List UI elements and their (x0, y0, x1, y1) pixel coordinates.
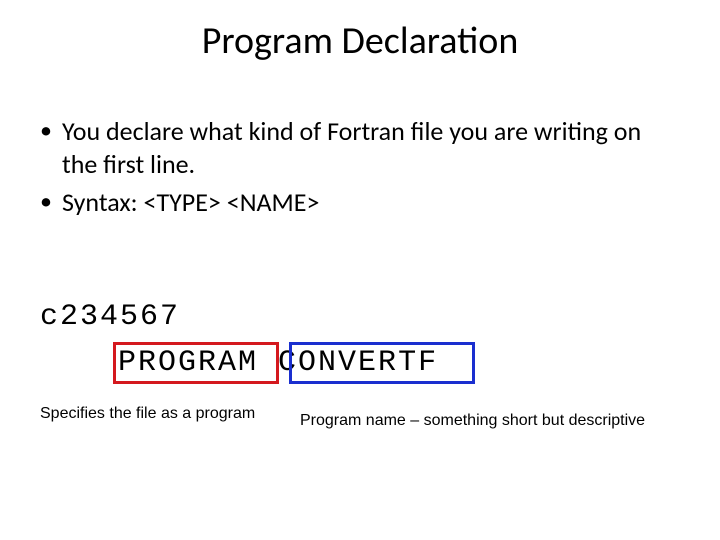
caption-left: Specifies the file as a program (40, 405, 255, 423)
slide: Program Declaration You declare what kin… (0, 0, 720, 540)
highlight-box-blue (289, 342, 475, 384)
bullet-list: You declare what kind of Fortran file yo… (40, 115, 680, 225)
bullet-item: Syntax: <TYPE> <NAME> (40, 186, 680, 219)
code-column-guide: c234567 (40, 300, 180, 334)
highlight-box-red (113, 342, 279, 384)
bullet-item: You declare what kind of Fortran file yo… (40, 115, 680, 180)
caption-right: Program name – something short but descr… (300, 412, 645, 430)
page-title: Program Declaration (0, 18, 720, 64)
